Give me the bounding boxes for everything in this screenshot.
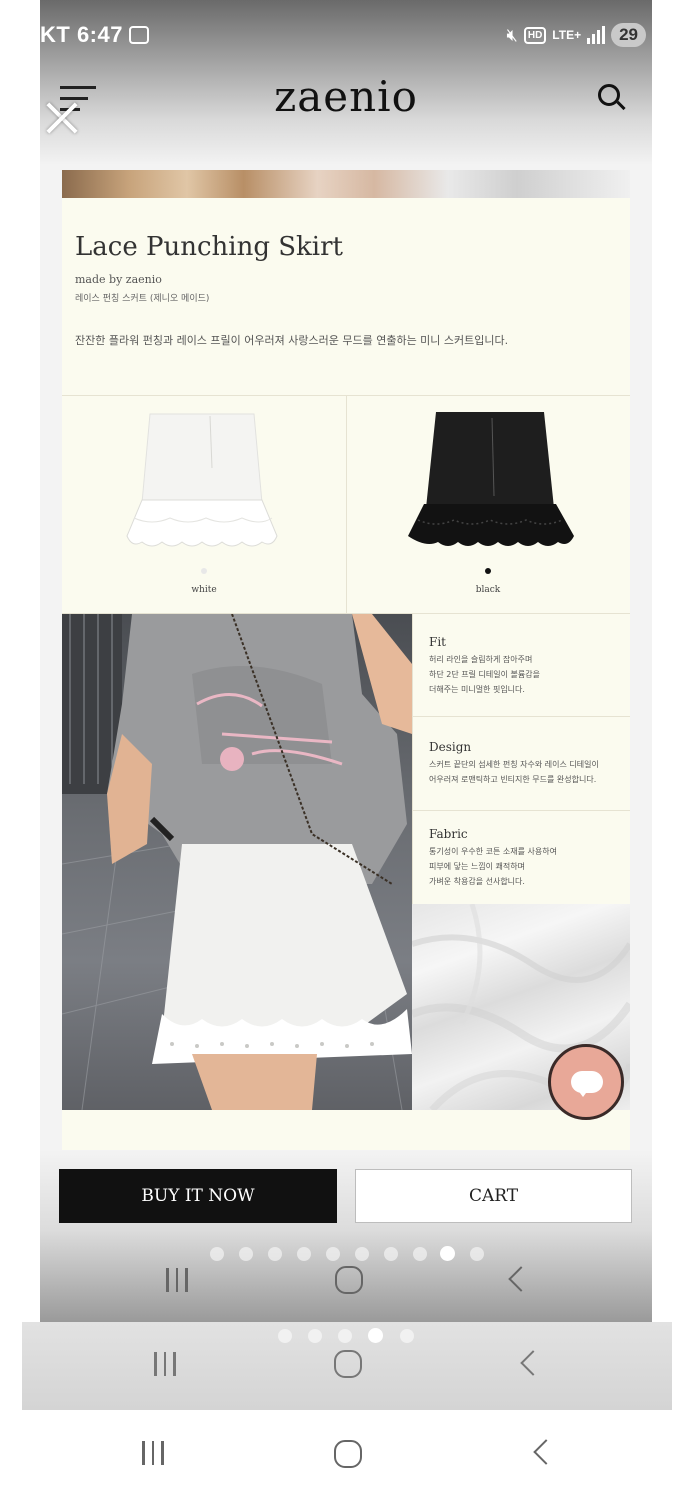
spec-line: 통기성이 우수한 코튼 소재를 사용하여 bbox=[429, 847, 557, 856]
recents-icon[interactable] bbox=[142, 1441, 164, 1465]
spec-line: 더해주는 미니멀한 핏입니다. bbox=[429, 685, 525, 694]
status-left: KT 6:47 bbox=[40, 22, 149, 48]
product-title: Lace Punching Skirt bbox=[75, 232, 343, 262]
chat-icon[interactable] bbox=[548, 1044, 624, 1120]
color-label-white: white bbox=[191, 585, 217, 595]
spec-body-design: 스커트 끝단의 섬세한 펀칭 자수와 레이스 디테일이 어우러져 로맨틱하고 빈… bbox=[429, 757, 624, 787]
close-icon[interactable] bbox=[42, 98, 82, 138]
home-icon[interactable] bbox=[334, 1350, 362, 1378]
mute-icon: 🔇︎ bbox=[506, 24, 518, 45]
spec-line: 어우러져 로맨틱하고 빈티지한 무드를 완성합니다. bbox=[429, 775, 597, 784]
cart-button[interactable]: CART bbox=[355, 1169, 632, 1223]
status-bar: KT 6:47 🔇︎ HD LTE+ 29 bbox=[0, 0, 692, 70]
spec-line: 스커트 끝단의 섬세한 펀칭 자수와 레이스 디테일이 bbox=[429, 760, 599, 769]
screen: KT 6:47 🔇︎ HD LTE+ 29 zaenio Lace Punchi… bbox=[0, 0, 692, 1500]
spec-title-fabric: Fabric bbox=[429, 827, 468, 841]
home-icon[interactable] bbox=[335, 1266, 363, 1294]
spec-line: 허리 라인을 슬림하게 잡아주며 bbox=[429, 655, 533, 664]
spec-line: 가벼운 착용감을 선사합니다. bbox=[429, 877, 525, 886]
back-icon[interactable] bbox=[533, 1439, 559, 1465]
brand-logo[interactable]: zaenio bbox=[0, 72, 692, 121]
black-swatch[interactable] bbox=[485, 568, 491, 574]
black-skirt-image[interactable] bbox=[396, 408, 586, 558]
product-description: 잔잔한 플라워 펀칭과 레이스 프릴이 어우러져 사랑스러운 무드를 연출하는 … bbox=[75, 334, 509, 347]
side-margin-right bbox=[652, 0, 692, 1322]
search-icon[interactable] bbox=[598, 84, 628, 114]
screen-record-icon bbox=[128, 26, 149, 44]
recents-icon[interactable] bbox=[166, 1268, 188, 1292]
divider bbox=[412, 716, 630, 717]
side-margin-left bbox=[0, 0, 40, 1322]
home-icon[interactable] bbox=[334, 1440, 362, 1468]
hero-photo-strip bbox=[62, 170, 630, 198]
white-swatch[interactable] bbox=[201, 568, 207, 574]
divider bbox=[412, 810, 630, 811]
white-skirt-image[interactable] bbox=[112, 408, 292, 558]
carrier-time: KT 6:47 bbox=[40, 22, 123, 47]
spec-line: 하단 2단 프릴 디테일이 볼륨감을 bbox=[429, 670, 540, 679]
spec-line: 피부에 닿는 느낌이 쾌적하며 bbox=[429, 862, 525, 871]
model-photo bbox=[62, 614, 412, 1110]
product-detail-card: Lace Punching Skirt made by zaenio 레이스 펀… bbox=[62, 170, 630, 1150]
divider bbox=[346, 395, 347, 614]
spec-body-fit: 허리 라인을 슬림하게 잡아주며 하단 2단 프릴 디테일이 볼륨감을 더해주는… bbox=[429, 652, 624, 697]
buy-it-now-button[interactable]: BUY IT NOW bbox=[59, 1169, 337, 1223]
color-label-black: black bbox=[475, 585, 501, 595]
spec-title-design: Design bbox=[429, 740, 472, 754]
network-type: LTE+ bbox=[552, 28, 582, 42]
status-right: 🔇︎ HD LTE+ 29 bbox=[506, 20, 646, 50]
spec-title-fit: Fit bbox=[429, 635, 446, 649]
signal-icon bbox=[587, 26, 606, 44]
hd-voice-badge: HD bbox=[523, 26, 547, 44]
recents-icon[interactable] bbox=[154, 1352, 176, 1376]
spec-body-fabric: 통기성이 우수한 코튼 소재를 사용하여 피부에 닿는 느낌이 쾌적하며 가벼운… bbox=[429, 844, 624, 889]
korean-product-name: 레이스 펀칭 스커트 (제니오 메이드) bbox=[75, 294, 210, 304]
made-by-label: made by zaenio bbox=[75, 273, 162, 286]
battery-indicator: 29 bbox=[611, 23, 646, 47]
divider bbox=[412, 614, 413, 904]
